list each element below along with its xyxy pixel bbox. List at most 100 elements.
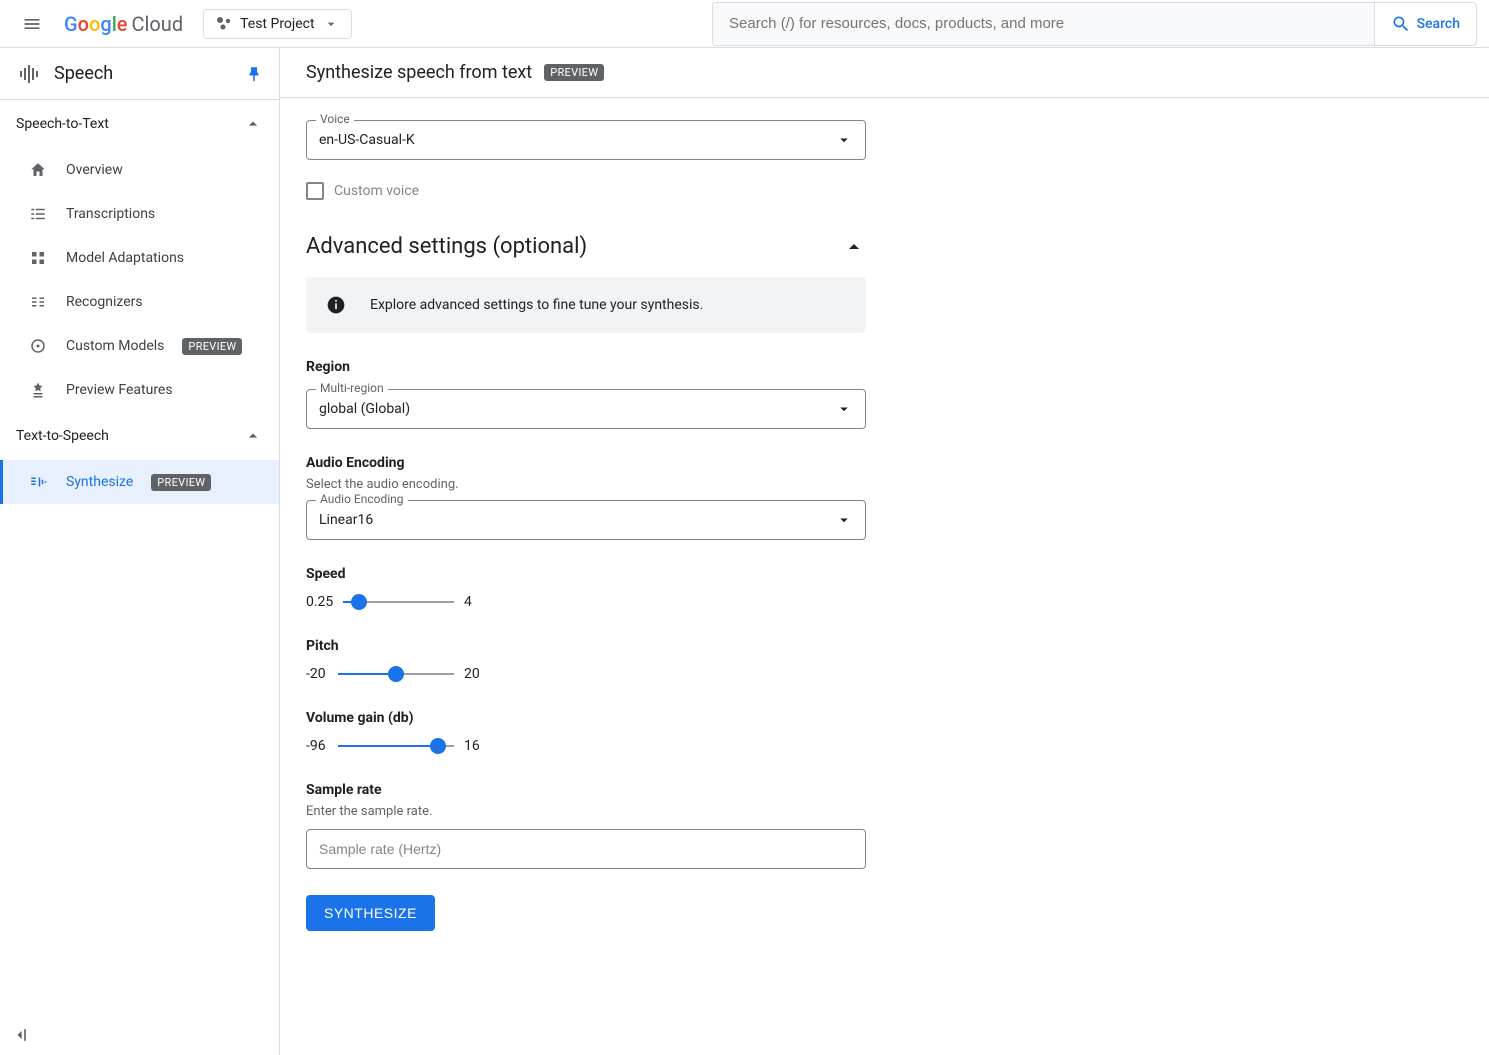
sample-rate-field [306, 829, 866, 869]
sidebar-item-synthesize[interactable]: Synthesize PREVIEW [0, 460, 279, 504]
speed-max: 4 [464, 594, 486, 610]
sidebar-header: Speech [0, 48, 279, 100]
sidebar-item-label: Synthesize [66, 474, 133, 490]
pitch-max: 20 [464, 666, 486, 682]
audio-encoding-helper: Select the audio encoding. [306, 477, 1154, 492]
info-icon [326, 295, 346, 315]
search-bar: Search [712, 2, 1477, 46]
synthesize-button[interactable]: SYNTHESIZE [306, 895, 435, 931]
sidebar-item-preview-features[interactable]: Preview Features [0, 368, 279, 412]
sidebar-item-overview[interactable]: Overview [0, 148, 279, 192]
region-value: global (Global) [319, 401, 410, 417]
sidebar-item-custom-models[interactable]: Custom Models PREVIEW [0, 324, 279, 368]
sample-rate-helper: Enter the sample rate. [306, 804, 1154, 819]
pin-icon[interactable] [245, 65, 263, 83]
main-content: Synthesize speech from text PREVIEW Voic… [280, 48, 1489, 1055]
audio-encoding-field-label: Audio Encoding [316, 492, 408, 506]
search-button-label: Search [1417, 16, 1460, 32]
collapse-icon [10, 1025, 30, 1045]
search-button[interactable]: Search [1374, 3, 1476, 45]
region-select[interactable]: global (Global) [306, 389, 866, 429]
volume-heading: Volume gain (db) [306, 710, 1154, 726]
recognizers-icon [29, 293, 47, 311]
nav-group-speech-to-text[interactable]: Speech-to-Text [0, 100, 279, 148]
form-content: Voice en-US-Casual-K Custom voice Advanc… [280, 98, 1180, 961]
home-icon [29, 161, 47, 179]
nav-group-text-to-speech[interactable]: Text-to-Speech [0, 412, 279, 460]
speed-heading: Speed [306, 566, 1154, 582]
dropdown-icon [835, 511, 853, 529]
page-header: Synthesize speech from text PREVIEW [280, 48, 1489, 98]
volume-slider[interactable] [338, 736, 454, 756]
search-icon [1391, 14, 1411, 34]
pitch-heading: Pitch [306, 638, 1154, 654]
google-wordmark: Google [64, 12, 128, 36]
checkbox-icon [306, 182, 324, 200]
voice-field-label: Voice [316, 112, 354, 126]
custom-voice-label: Custom voice [334, 183, 419, 199]
sidebar-item-model-adaptations[interactable]: Model Adaptations [0, 236, 279, 280]
volume-slider-row: -96 16 [306, 736, 486, 756]
sidebar-collapse-button[interactable] [0, 1015, 279, 1055]
transcriptions-icon [29, 205, 47, 223]
chevron-up-icon [243, 114, 263, 134]
layout: Speech Speech-to-Text Overview Transcrip… [0, 48, 1489, 1055]
voice-field: Voice en-US-Casual-K [306, 120, 866, 160]
advanced-info-banner: Explore advanced settings to fine tune y… [306, 277, 866, 333]
adaptations-icon [29, 249, 47, 267]
preview-badge: PREVIEW [182, 338, 242, 355]
sidebar-item-label: Recognizers [66, 294, 143, 310]
sidebar-item-label: Custom Models [66, 338, 164, 354]
sidebar-item-recognizers[interactable]: Recognizers [0, 280, 279, 324]
region-field: Multi-region global (Global) [306, 389, 866, 429]
dropdown-icon [323, 16, 339, 32]
sidebar-item-label: Overview [66, 162, 123, 178]
project-selector[interactable]: Test Project [203, 9, 351, 39]
custom-models-icon [29, 337, 47, 355]
sidebar-item-transcriptions[interactable]: Transcriptions [0, 192, 279, 236]
speed-slider[interactable] [343, 592, 454, 612]
sidebar-item-label: Transcriptions [66, 206, 155, 222]
preview-features-icon [29, 381, 47, 399]
page-preview-badge: PREVIEW [544, 64, 604, 81]
speed-min: 0.25 [306, 594, 333, 610]
chevron-up-icon [243, 426, 263, 446]
audio-encoding-field: Audio Encoding Linear16 [306, 500, 866, 540]
cloud-wordmark: Cloud [132, 12, 184, 36]
voice-value: en-US-Casual-K [319, 132, 415, 148]
voice-select[interactable]: en-US-Casual-K [306, 120, 866, 160]
audio-encoding-select[interactable]: Linear16 [306, 500, 866, 540]
sidebar-item-label: Model Adaptations [66, 250, 184, 266]
sample-rate-heading: Sample rate [306, 782, 1154, 798]
sample-rate-input[interactable] [306, 829, 866, 869]
hamburger-menu-button[interactable] [12, 4, 52, 44]
synthesize-icon [29, 473, 47, 491]
audio-encoding-heading: Audio Encoding [306, 455, 1154, 471]
page-title: Synthesize speech from text [306, 62, 532, 83]
search-input[interactable] [713, 3, 1374, 45]
dropdown-icon [835, 400, 853, 418]
speed-slider-row: 0.25 4 [306, 592, 486, 612]
nav-group-label: Speech-to-Text [16, 116, 243, 132]
top-header: Google Cloud Test Project Search [0, 0, 1489, 48]
preview-badge: PREVIEW [151, 474, 211, 491]
region-heading: Region [306, 359, 1154, 375]
project-icon [216, 16, 232, 32]
google-cloud-logo[interactable]: Google Cloud [64, 12, 183, 36]
advanced-info-text: Explore advanced settings to fine tune y… [370, 297, 703, 313]
pitch-slider[interactable] [338, 664, 454, 684]
volume-max: 16 [464, 738, 486, 754]
project-name: Test Project [240, 16, 314, 32]
advanced-settings-header[interactable]: Advanced settings (optional) [306, 234, 866, 259]
volume-min: -96 [306, 738, 328, 754]
dropdown-icon [835, 131, 853, 149]
audio-encoding-value: Linear16 [319, 512, 373, 528]
menu-icon [22, 14, 42, 34]
speech-product-icon [16, 62, 40, 86]
pitch-min: -20 [306, 666, 328, 682]
sidebar: Speech Speech-to-Text Overview Transcrip… [0, 48, 280, 1055]
custom-voice-checkbox[interactable]: Custom voice [306, 182, 1154, 200]
pitch-slider-row: -20 20 [306, 664, 486, 684]
chevron-up-icon [842, 235, 866, 259]
nav-group-label: Text-to-Speech [16, 428, 243, 444]
